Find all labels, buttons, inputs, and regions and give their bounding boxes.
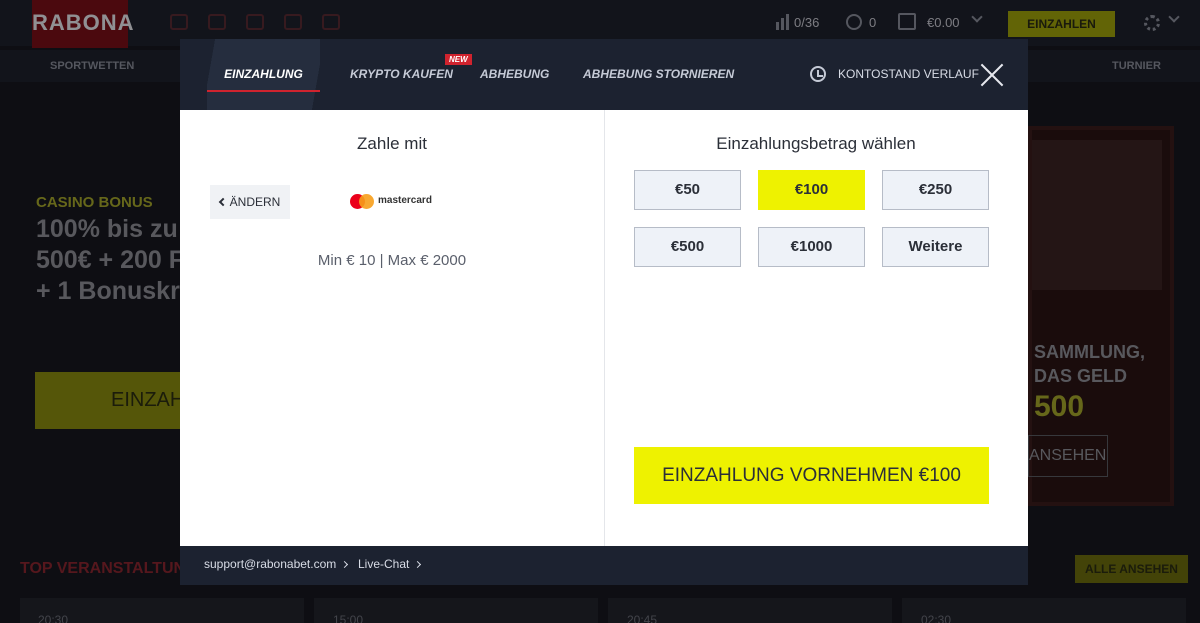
amount-option[interactable]: €250 (882, 170, 989, 210)
mastercard-icon (350, 194, 374, 209)
chevron-right-icon (414, 560, 422, 569)
amount-title: Einzahlungsbetrag wählen (716, 134, 916, 153)
more-amounts-button[interactable]: Weitere (882, 227, 989, 267)
tab-krypto-kaufen[interactable]: KRYPTO KAUFEN (350, 39, 453, 110)
chevron-left-icon (218, 197, 227, 207)
new-badge: NEW (445, 54, 472, 65)
tab-einzahlung[interactable]: EINZAHLUNG (207, 39, 320, 110)
change-payment-button[interactable]: ÄNDERN (210, 185, 290, 219)
make-deposit-button[interactable]: EINZAHLUNG VORNEHMEN €100 (634, 447, 989, 504)
close-button[interactable] (980, 63, 1004, 87)
modal-footer: support@rabonabet.com Live-Chat (180, 546, 1028, 585)
chevron-right-icon (341, 560, 349, 569)
amount-option[interactable]: €1000 (758, 227, 865, 267)
tab-abhebung[interactable]: ABHEBUNG (480, 39, 549, 110)
balance-history-link[interactable]: KONTOSTAND VERLAUF (838, 67, 979, 81)
deposit-modal: EINZAHLUNG KRYPTO KAUFEN NEW ABHEBUNG AB… (180, 39, 1028, 585)
amount-option[interactable]: €50 (634, 170, 741, 210)
amount-option[interactable]: €500 (634, 227, 741, 267)
amount-option-selected[interactable]: €100 (758, 170, 865, 210)
deposit-limits: Min € 10 | Max € 2000 (317, 252, 467, 269)
tab-abhebung-stornieren[interactable]: ABHEBUNG STORNIEREN (583, 39, 734, 110)
history-icon[interactable] (810, 66, 826, 82)
payment-method-title: Zahle mit (357, 134, 427, 153)
payment-method-name: mastercard (378, 195, 432, 206)
modal-header: EINZAHLUNG KRYPTO KAUFEN NEW ABHEBUNG AB… (180, 39, 1028, 110)
active-tab-indicator (207, 90, 320, 92)
column-divider (604, 110, 605, 546)
support-email-link[interactable]: support@rabonabet.com (204, 557, 349, 571)
live-chat-link[interactable]: Live-Chat (358, 557, 422, 571)
